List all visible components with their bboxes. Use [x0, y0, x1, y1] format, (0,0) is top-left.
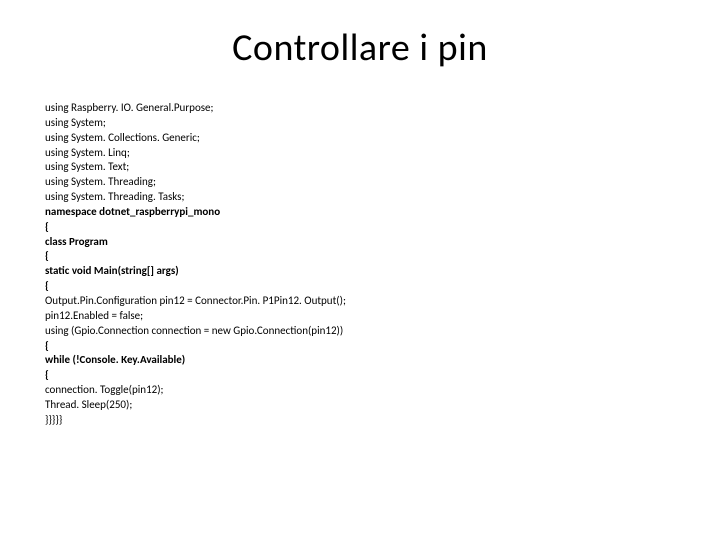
code-line: using (Gpio.Connection connection = new … — [45, 324, 675, 339]
code-line: using System; — [45, 116, 675, 131]
code-line: Thread. Sleep(250); — [45, 398, 675, 413]
code-line: static void Main(string[] args) — [45, 264, 675, 279]
code-line: using Raspberry. IO. General.Purpose; — [45, 101, 675, 116]
code-line: using System. Threading; — [45, 175, 675, 190]
code-line: while (!Console. Key.Available) — [45, 353, 675, 368]
code-line: using System. Text; — [45, 160, 675, 175]
code-line: Output.Pin.Configuration pin12 = Connect… — [45, 294, 675, 309]
code-line: { — [45, 220, 675, 235]
code-line: using System. Linq; — [45, 146, 675, 161]
slide-title: Controllare i pin — [45, 25, 675, 71]
code-line: { — [45, 249, 675, 264]
code-line: using System. Threading. Tasks; — [45, 190, 675, 205]
code-line: using System. Collections. Generic; — [45, 131, 675, 146]
code-line: namespace dotnet_raspberrypi_mono — [45, 205, 675, 220]
code-line: connection. Toggle(pin12); — [45, 383, 675, 398]
code-line: { — [45, 339, 675, 354]
code-line: }}}}} — [45, 413, 675, 428]
code-block: using Raspberry. IO. General.Purpose;usi… — [45, 101, 675, 428]
slide: Controllare i pin using Raspberry. IO. G… — [0, 0, 720, 540]
code-line: pin12.Enabled = false; — [45, 309, 675, 324]
code-line: class Program — [45, 235, 675, 250]
code-line: { — [45, 368, 675, 383]
code-line: { — [45, 279, 675, 294]
